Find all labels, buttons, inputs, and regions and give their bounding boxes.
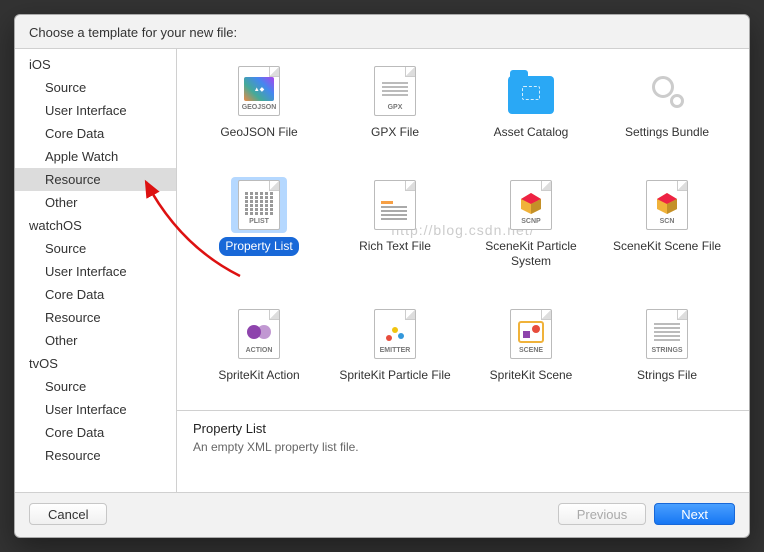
template-label: GPX File: [365, 123, 425, 141]
sidebar-group-label: tvOS: [15, 352, 176, 375]
document-icon: PLIST: [238, 180, 280, 230]
sidebar-item[interactable]: Source: [15, 375, 176, 398]
template-label: SceneKit Particle System: [467, 237, 595, 270]
template-tile[interactable]: Rich Text File: [331, 177, 459, 288]
sidebar-group-label: iOS: [15, 53, 176, 76]
sidebar-item[interactable]: User Interface: [15, 260, 176, 283]
template-tile[interactable]: SCNP SceneKit Particle System: [467, 177, 595, 288]
sidebar-item[interactable]: Resource: [15, 306, 176, 329]
template-tile[interactable]: STRINGS Strings File: [603, 306, 731, 402]
template-label: Asset Catalog: [488, 123, 575, 141]
template-label: SceneKit Scene File: [607, 237, 727, 255]
template-label: GeoJSON File: [214, 123, 303, 141]
template-label: Rich Text File: [353, 237, 437, 255]
template-label: SpriteKit Scene: [484, 366, 579, 384]
previous-button[interactable]: Previous: [558, 503, 647, 525]
sidebar-item[interactable]: Core Data: [15, 122, 176, 145]
sidebar-item[interactable]: Source: [15, 237, 176, 260]
template-tile[interactable]: SCN SceneKit Scene File: [603, 177, 731, 288]
template-tile[interactable]: GPX GPX File: [331, 63, 459, 159]
gears-icon: [650, 74, 684, 108]
sidebar-item[interactable]: Source: [15, 76, 176, 99]
template-tile[interactable]: PLIST Property List: [195, 177, 323, 288]
document-icon: ACTION: [238, 309, 280, 359]
cancel-button[interactable]: Cancel: [29, 503, 107, 525]
content-area: iOSSourceUser InterfaceCore DataApple Wa…: [15, 48, 749, 493]
document-icon: STRINGS: [646, 309, 688, 359]
template-tile[interactable]: EMITTER SpriteKit Particle File: [331, 306, 459, 402]
template-tile[interactable]: ▲◆GEOJSON GeoJSON File: [195, 63, 323, 159]
template-label: SpriteKit Action: [212, 366, 305, 384]
sidebar-item[interactable]: User Interface: [15, 398, 176, 421]
sidebar-group-label: watchOS: [15, 214, 176, 237]
sidebar-item[interactable]: Other: [15, 329, 176, 352]
footer: Cancel Previous Next: [15, 493, 749, 537]
sidebar-item[interactable]: Apple Watch: [15, 145, 176, 168]
next-button[interactable]: Next: [654, 503, 735, 525]
document-icon: [374, 180, 416, 230]
description-title: Property List: [193, 421, 733, 436]
sidebar-item[interactable]: Resource: [15, 168, 176, 191]
new-file-dialog: Choose a template for your new file: iOS…: [14, 14, 750, 538]
category-sidebar[interactable]: iOSSourceUser InterfaceCore DataApple Wa…: [15, 49, 177, 492]
document-icon: SCNP: [510, 180, 552, 230]
template-label: Settings Bundle: [619, 123, 715, 141]
description-text: An empty XML property list file.: [193, 440, 733, 454]
sidebar-item[interactable]: Core Data: [15, 421, 176, 444]
template-tile[interactable]: ACTION SpriteKit Action: [195, 306, 323, 402]
dialog-title: Choose a template for your new file:: [15, 15, 749, 48]
sidebar-item[interactable]: Core Data: [15, 283, 176, 306]
template-tile[interactable]: Settings Bundle: [603, 63, 731, 159]
template-label: SpriteKit Particle File: [333, 366, 456, 384]
document-icon: SCN: [646, 180, 688, 230]
document-icon: EMITTER: [374, 309, 416, 359]
description-panel: Property List An empty XML property list…: [177, 410, 749, 492]
template-tile[interactable]: Asset Catalog: [467, 63, 595, 159]
folder-icon: [508, 76, 554, 114]
template-label: Strings File: [631, 366, 703, 384]
template-grid: http://blog.csdn.net/ ▲◆GEOJSONGeoJSON F…: [177, 49, 749, 410]
document-icon: SCENE: [510, 309, 552, 359]
template-tile[interactable]: SCENE SpriteKit Scene: [467, 306, 595, 402]
sidebar-item[interactable]: Resource: [15, 444, 176, 467]
sidebar-item[interactable]: User Interface: [15, 99, 176, 122]
document-icon: ▲◆GEOJSON: [238, 66, 280, 116]
template-label: Property List: [219, 237, 298, 255]
main-panel: http://blog.csdn.net/ ▲◆GEOJSONGeoJSON F…: [177, 49, 749, 492]
document-icon: GPX: [374, 66, 416, 116]
sidebar-item[interactable]: Other: [15, 191, 176, 214]
